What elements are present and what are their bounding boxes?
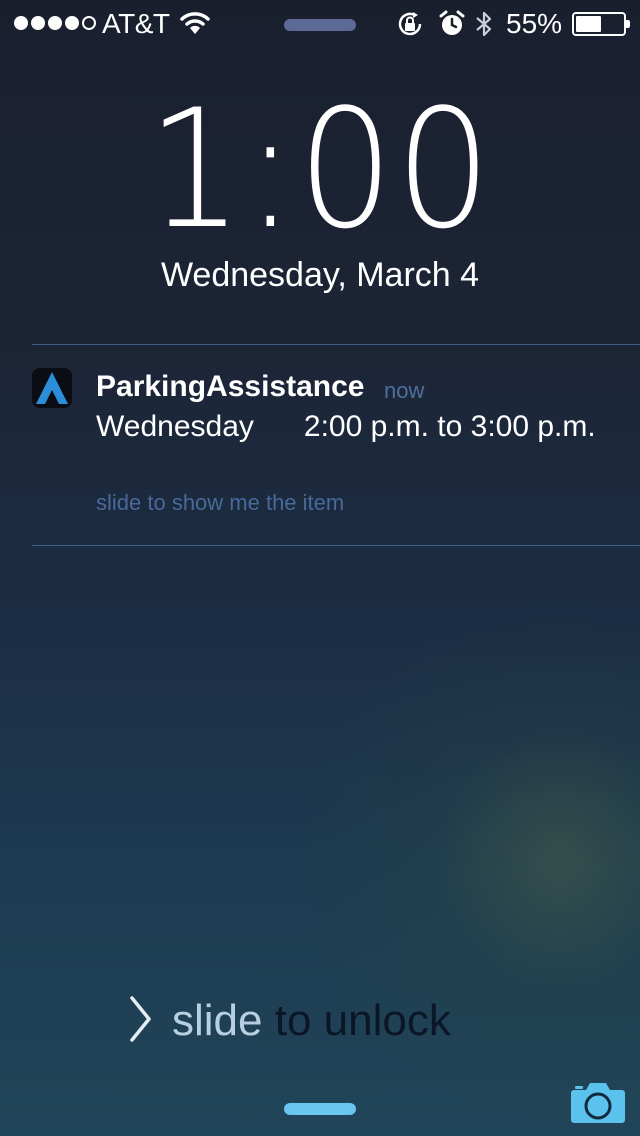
wifi-icon [180, 10, 210, 41]
lock-screen-time: 1:00 [0, 88, 640, 252]
signal-dot [65, 16, 79, 30]
notification-app-name: ParkingAssistance [96, 370, 365, 403]
slide-to-unlock-slider[interactable]: slide to unlock [128, 994, 451, 1048]
notification-message: Wednesday 2:00 p.m. to 3:00 p.m. [96, 410, 596, 443]
status-bar: AT&T 55% [0, 0, 640, 48]
notification-time: now [384, 378, 425, 403]
bluetooth-icon [474, 10, 494, 43]
notification-center-grabber[interactable] [284, 19, 356, 31]
slide-to-unlock-rest: to unlock [262, 996, 451, 1045]
chevron-right-icon [128, 995, 154, 1048]
control-center-grabber[interactable] [284, 1103, 356, 1115]
signal-dot [14, 16, 28, 30]
alarm-icon [438, 10, 466, 43]
battery-icon [572, 12, 630, 36]
parking-assistance-app-icon [32, 368, 72, 408]
slide-to-unlock-label: slide to unlock [172, 996, 451, 1046]
slide-to-unlock-shine: slide [172, 996, 263, 1045]
signal-dot [48, 16, 62, 30]
camera-icon[interactable] [570, 1078, 626, 1129]
battery-fill [576, 16, 601, 32]
carrier-label: AT&T [102, 8, 170, 39]
time-text: 1:00 [146, 74, 494, 265]
notification-action-hint[interactable]: slide to show me the item [96, 490, 344, 516]
notification-divider-bottom [32, 545, 640, 546]
battery-nub [626, 20, 630, 28]
signal-dot [31, 16, 45, 30]
rotation-lock-icon [396, 10, 424, 43]
notification-divider-top [32, 344, 640, 345]
notification-item[interactable]: ParkingAssistance now Wednesday 2:00 p.m… [0, 346, 640, 544]
signal-strength-indicator [14, 16, 96, 30]
signal-dot-empty [82, 16, 96, 30]
lock-screen-date: Wednesday, March 4 [160, 256, 480, 294]
battery-percent: 55% [506, 8, 563, 39]
